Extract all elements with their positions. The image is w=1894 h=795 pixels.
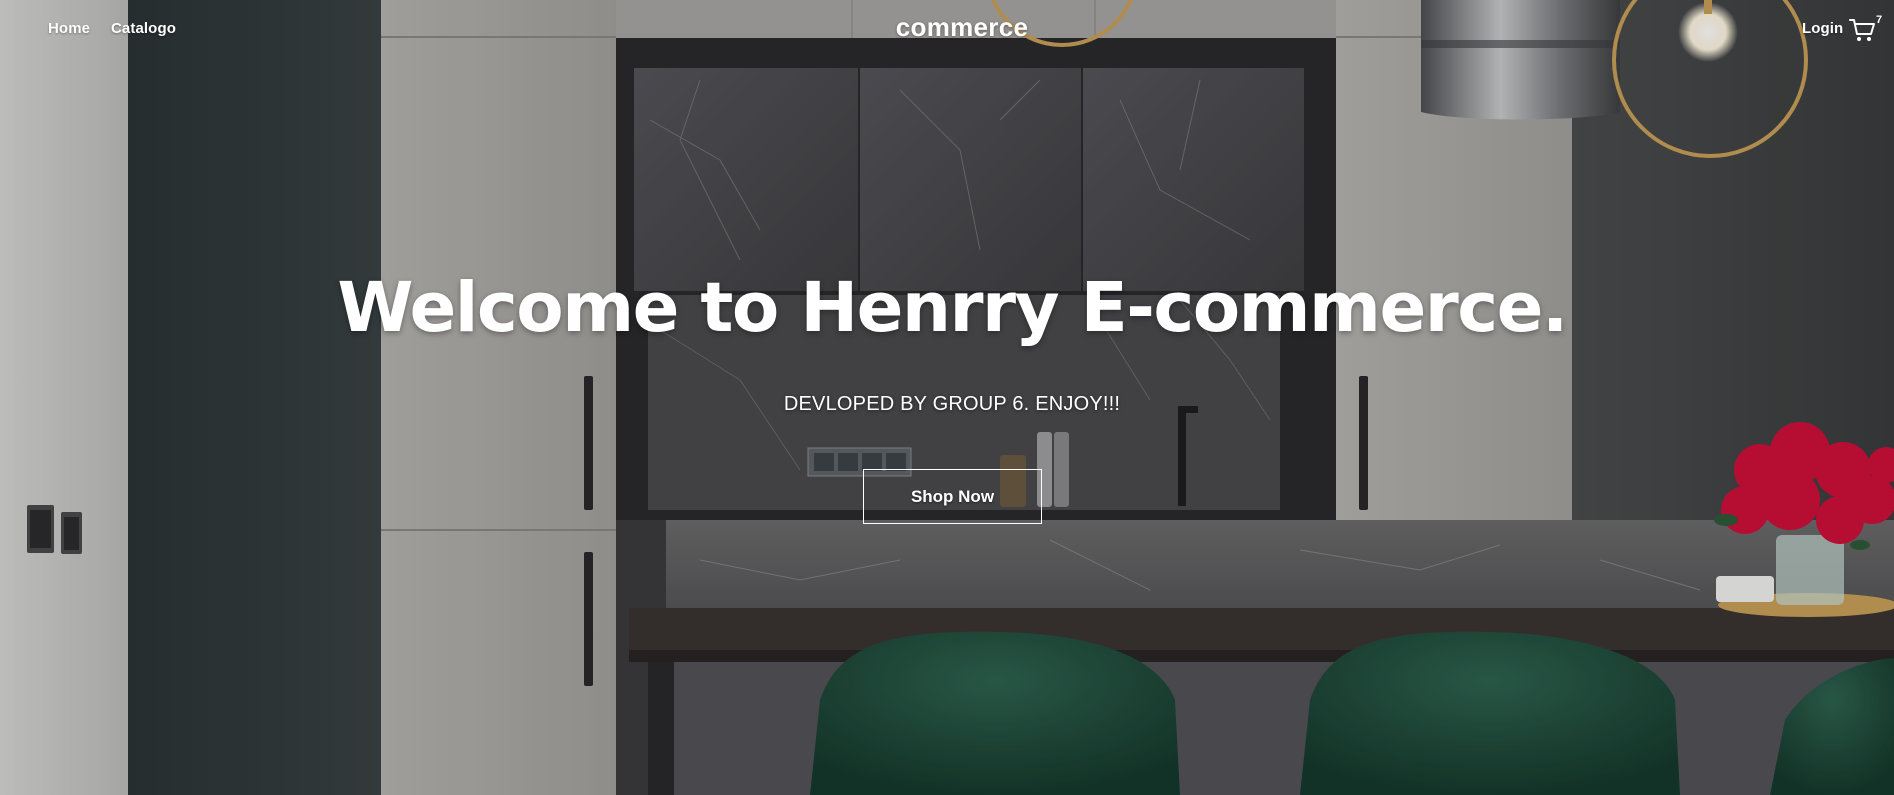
hero-subtitle: DEVLOPED BY GROUP 6. ENJOY!!! [783, 393, 1121, 415]
brand-logo[interactable]: commerce [896, 12, 1028, 42]
nav-home-link[interactable]: Home [48, 20, 90, 37]
cart-icon[interactable] [1849, 17, 1877, 43]
hero-headline: Welcome to Henrry E-commerce. [337, 268, 1568, 348]
cart-count-badge: 7 [1876, 14, 1883, 26]
shop-now-button[interactable]: Shop Now [863, 469, 1042, 524]
top-navbar: Home Catalogo commerce Login 7 [0, 0, 1894, 60]
hero-section: Home Catalogo commerce Login 7 Welcome t… [0, 0, 1894, 795]
brand-logo-wrapper: commerce [0, 12, 1894, 43]
nav-catalog-link[interactable]: Catalogo [111, 20, 176, 37]
nav-login-link[interactable]: Login [1802, 20, 1843, 37]
